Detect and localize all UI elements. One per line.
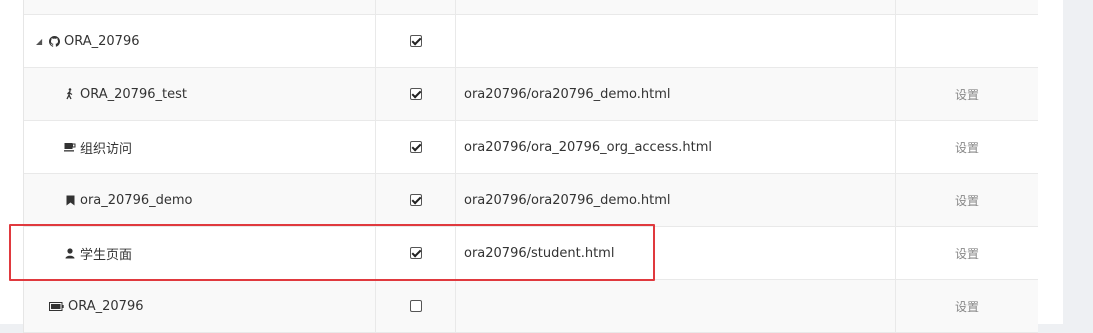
url-cell: ora20796/ora_20796_org_access.html <box>456 121 896 173</box>
table-row: ORA_20796 设置 <box>24 280 1038 333</box>
check-cell <box>376 0 456 14</box>
action-cell: 设置 <box>896 280 1038 332</box>
name-cell: 组织访问 <box>24 121 376 173</box>
menu-name: ORA_20796 <box>64 33 140 49</box>
enabled-checkbox[interactable] <box>409 194 422 206</box>
table-row: ◢ ORA_20796 <box>24 15 1038 68</box>
menu-name: ORA_20796 <box>68 298 144 314</box>
name-cell: ◢ ORA_20796 <box>24 15 376 67</box>
settings-link[interactable]: 设置 <box>955 245 979 262</box>
menu-name: 学生页面 <box>80 247 133 263</box>
check-cell <box>376 68 456 120</box>
menu-url: ora20796/ora20796_demo.html <box>464 86 671 102</box>
expand-caret-icon[interactable]: ◢ <box>36 37 44 46</box>
table-row: 学生页面 ora20796/student.html 设置 <box>24 227 1038 280</box>
url-cell <box>456 0 896 14</box>
settings-link[interactable]: 设置 <box>955 298 979 315</box>
table-row: ORA_20796_test ora20796/ora20796_demo.ht… <box>24 68 1038 121</box>
action-cell: 设置 <box>896 227 1038 279</box>
enabled-checkbox[interactable] <box>409 35 422 47</box>
url-cell: ora20796/ora20796_demo.html <box>456 174 896 226</box>
action-cell: 设置 <box>896 121 1038 173</box>
scrollbar-track[interactable] <box>1063 0 1093 324</box>
action-cell: 设置 <box>896 68 1038 120</box>
enabled-checkbox[interactable] <box>409 300 422 312</box>
settings-link[interactable]: 设置 <box>955 192 979 209</box>
action-cell <box>896 15 1038 67</box>
menu-url: ora20796/student.html <box>464 245 615 261</box>
menu-table: ◢ ORA_20796 ORA_20796_test ora20796/ora2… <box>23 0 1038 333</box>
enabled-checkbox[interactable] <box>409 247 422 259</box>
user-icon <box>64 247 76 259</box>
table-row <box>24 0 1038 15</box>
check-cell <box>376 280 456 332</box>
url-cell: ora20796/ora20796_demo.html <box>456 68 896 120</box>
url-cell <box>456 15 896 67</box>
menu-table-panel: ◢ ORA_20796 ORA_20796_test ora20796/ora2… <box>0 0 1063 333</box>
check-cell <box>376 121 456 173</box>
check-cell <box>376 227 456 279</box>
menu-name: ora_20796_demo <box>80 192 193 208</box>
menu-name: ORA_20796_test <box>80 86 187 102</box>
github-icon <box>48 35 60 47</box>
bookmark-icon <box>64 194 76 206</box>
coffee-icon <box>64 141 76 153</box>
url-cell <box>456 280 896 332</box>
name-cell: 学生页面 <box>24 227 376 279</box>
enabled-checkbox[interactable] <box>409 88 422 100</box>
enabled-checkbox[interactable] <box>409 141 422 153</box>
menu-name: 组织访问 <box>80 141 133 157</box>
walking-icon <box>64 88 76 100</box>
settings-link[interactable]: 设置 <box>955 86 979 103</box>
action-cell: 设置 <box>896 174 1038 226</box>
check-cell <box>376 174 456 226</box>
name-cell: ORA_20796_test <box>24 68 376 120</box>
action-cell <box>896 0 1038 14</box>
table-row: 组织访问 ora20796/ora_20796_org_access.html … <box>24 121 1038 174</box>
check-cell <box>376 15 456 67</box>
name-cell <box>24 0 376 14</box>
name-cell: ora_20796_demo <box>24 174 376 226</box>
settings-link[interactable]: 设置 <box>955 139 979 156</box>
name-cell: ORA_20796 <box>24 280 376 332</box>
menu-url: ora20796/ora20796_demo.html <box>464 192 671 208</box>
menu-url: ora20796/ora_20796_org_access.html <box>464 139 712 155</box>
url-cell: ora20796/student.html <box>456 227 896 279</box>
table-row: ora_20796_demo ora20796/ora20796_demo.ht… <box>24 174 1038 227</box>
battery-icon <box>48 300 64 312</box>
